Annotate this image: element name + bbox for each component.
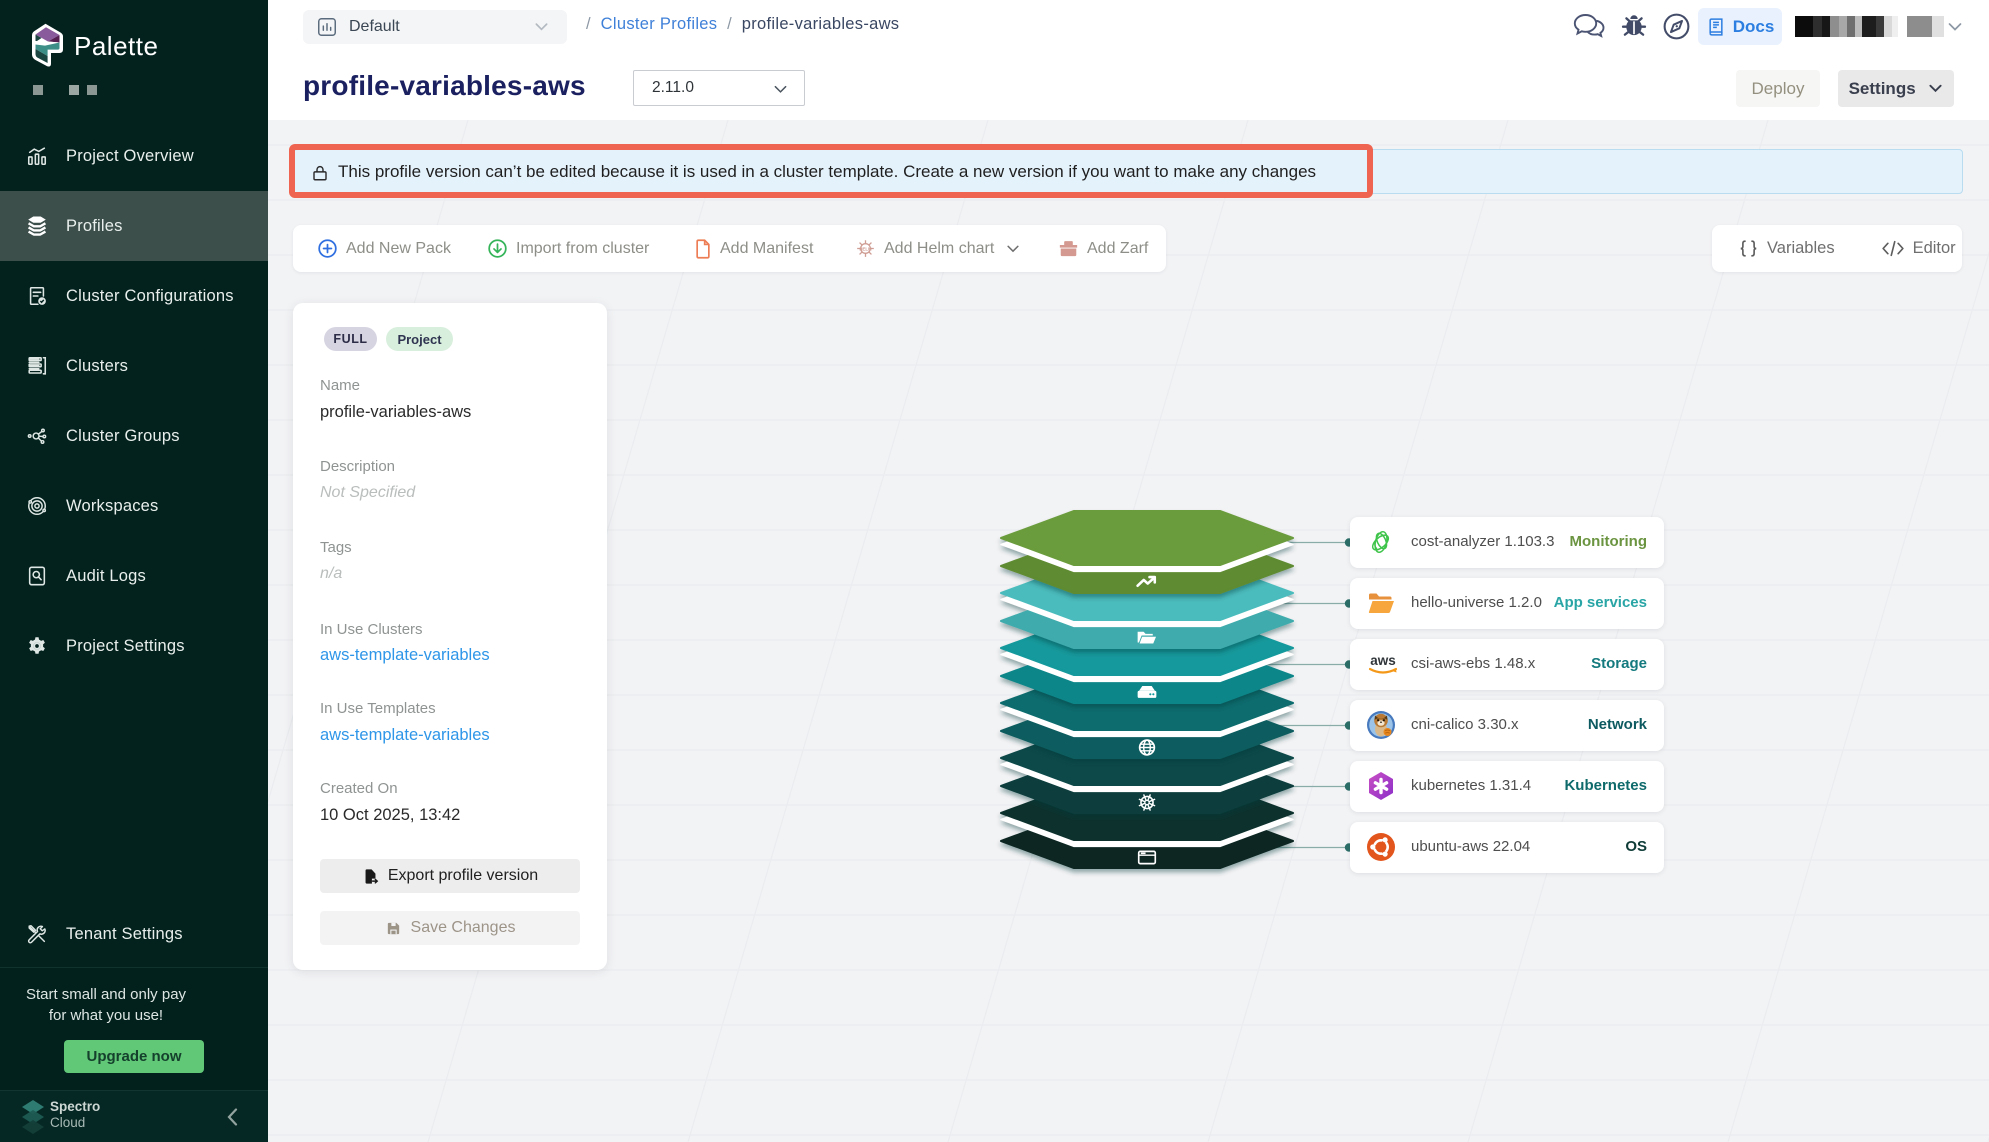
svg-text:HELM: HELM [859,246,872,251]
svg-text:aws: aws [1370,653,1396,668]
